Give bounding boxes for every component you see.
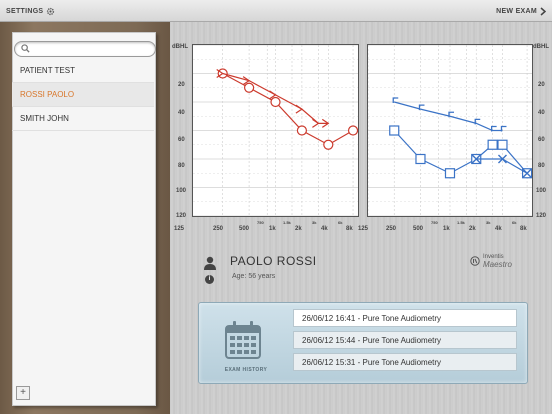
x-tick: 125 [174, 226, 185, 232]
new-exam-label: NEW EXAM [496, 7, 537, 15]
y-tick: 40 [538, 110, 545, 116]
info-icon[interactable]: i [205, 275, 214, 284]
x-tick-minor: 750 [431, 220, 438, 225]
x-tick: 4k [495, 226, 502, 232]
exam-history-item[interactable]: 26/06/12 15:31 - Pure Tone Audiometry [293, 353, 517, 371]
x-tick-minor: 1.5k [457, 220, 465, 225]
series-line [393, 130, 528, 174]
data-point-circle [347, 125, 359, 136]
series-line [222, 72, 354, 146]
y-tick: 60 [178, 137, 185, 143]
x-tick: 8k [346, 226, 353, 232]
x-tick: 1k [269, 226, 276, 232]
x-tick: 500 [413, 226, 424, 232]
top-toolbar: SETTINGS NEW EXAM [0, 0, 552, 22]
calendar-icon[interactable] [225, 321, 261, 359]
search-icon [21, 44, 30, 53]
patient-item[interactable]: PATIENT TEST [12, 59, 154, 83]
x-tick: 500 [239, 226, 250, 232]
y-tick: 20 [538, 82, 545, 88]
data-point-square [497, 139, 508, 150]
inventis-logo-icon [470, 256, 480, 266]
y-tick: 80 [178, 163, 185, 169]
y-tick: 40 [178, 110, 185, 116]
exam-history-item[interactable]: 26/06/12 16:41 - Pure Tone Audiometry [293, 309, 517, 327]
patient-age: Age: 56 years [232, 273, 276, 280]
audiogram-right-ear [192, 44, 359, 217]
x-tick: 125 [358, 226, 369, 232]
audiogram-right-ear-plot [193, 44, 359, 217]
new-exam-button[interactable]: NEW EXAM [496, 4, 546, 18]
x-tick-minor: 3k [486, 220, 491, 225]
y-tick: 120 [536, 213, 547, 219]
patient-item[interactable]: SMITH JOHN [12, 107, 154, 131]
brand-logo: Inventis Maestro [470, 253, 512, 269]
y-tick: 80 [538, 163, 545, 169]
x-tick: 2k [469, 226, 476, 232]
data-point-circle [270, 96, 281, 108]
gear-icon [47, 7, 55, 15]
data-point-circle [243, 82, 255, 93]
exam-history-panel: EXAM HISTORY 26/06/12 16:41 - Pure Tone … [198, 302, 528, 384]
x-tick: 4k [321, 226, 328, 232]
data-point-square [487, 139, 498, 150]
x-tick: 250 [213, 226, 224, 232]
person-icon [204, 256, 216, 270]
settings-label: SETTINGS [6, 7, 44, 15]
chevron-right-icon [540, 6, 546, 16]
data-point-square [415, 153, 426, 165]
x-tick-minor: 750 [257, 220, 264, 225]
y-tick: dBHL [533, 44, 549, 50]
data-point-circle [323, 139, 334, 150]
y-tick: 100 [536, 188, 547, 194]
y-tick: 20 [178, 82, 185, 88]
x-tick: 2k [295, 226, 302, 232]
audiogram-left-ear-plot [367, 44, 533, 217]
x-tick-minor: 3k [312, 220, 317, 225]
data-point-square [389, 125, 400, 136]
series-line [476, 158, 528, 174]
x-tick: 250 [386, 226, 397, 232]
patient-list: PATIENT TEST ROSSI PAOLO SMITH JOHN [12, 59, 154, 131]
x-tick-minor: 6k [338, 220, 343, 225]
data-point-arrow [295, 104, 303, 114]
y-tick: 100 [176, 188, 187, 194]
y-tick: dBHL [172, 44, 188, 50]
patient-item-selected[interactable]: ROSSI PAOLO [12, 83, 154, 107]
data-point-circle [296, 125, 308, 136]
exam-history-item[interactable]: 26/06/12 15:44 - Pure Tone Audiometry [293, 331, 517, 349]
patient-name: PAOLO ROSSI [230, 254, 317, 268]
x-tick-minor: 6k [512, 220, 517, 225]
settings-button[interactable]: SETTINGS [6, 4, 55, 18]
x-tick: 1k [443, 226, 450, 232]
audiogram-left-ear [367, 44, 533, 217]
search-input[interactable] [14, 41, 156, 57]
y-tick: 60 [538, 137, 545, 143]
data-point-square [444, 168, 456, 179]
exam-history-label: EXAM HISTORY [224, 367, 268, 373]
y-tick: 120 [176, 213, 187, 219]
x-tick-minor: 1.5k [283, 220, 291, 225]
x-tick: 8k [520, 226, 527, 232]
add-patient-button[interactable]: + [16, 386, 30, 400]
exam-history-list: 26/06/12 16:41 - Pure Tone Audiometry 26… [293, 309, 517, 375]
brand-product: Maestro [483, 260, 512, 269]
